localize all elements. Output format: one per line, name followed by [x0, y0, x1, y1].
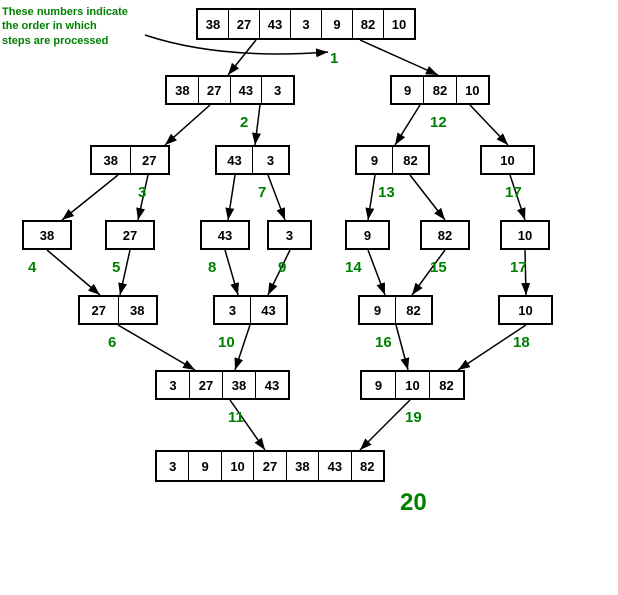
- node-n15: 82: [420, 220, 470, 250]
- annotation-text: These numbers indicatethe order in which…: [2, 5, 128, 48]
- step-8-n8: 8: [208, 259, 216, 276]
- node-n9: 3: [267, 220, 312, 250]
- node-n17: 10: [480, 145, 535, 175]
- node-n20: 391027384382: [155, 450, 385, 482]
- step-17-n17: 17: [505, 184, 522, 201]
- node-n12: 98210: [390, 75, 490, 105]
- step-7-n7: 7: [258, 184, 266, 201]
- step-5-n5: 5: [112, 259, 120, 276]
- node-n10: 343: [213, 295, 288, 325]
- step-9-n9: 9: [278, 259, 286, 276]
- step-1-root: 1: [330, 50, 338, 67]
- node-n6: 2738: [78, 295, 158, 325]
- step-4-n4: 4: [28, 259, 36, 276]
- node-n18: 10: [498, 295, 553, 325]
- step-2-n2: 2: [240, 114, 248, 131]
- step-15-n15: 15: [430, 259, 447, 276]
- node-n14: 9: [345, 220, 390, 250]
- step-14-n14: 14: [345, 259, 362, 276]
- step-17-n17b: 17: [510, 259, 527, 276]
- step-10-n10: 10: [218, 334, 235, 351]
- node-n8: 43: [200, 220, 250, 250]
- node-n11: 3273843: [155, 370, 290, 400]
- node-n19: 91082: [360, 370, 465, 400]
- step-3-n3: 3: [138, 184, 146, 201]
- step-13-n13: 13: [378, 184, 395, 201]
- node-root: 382743398210: [196, 8, 416, 40]
- node-n7: 433: [215, 145, 290, 175]
- node-n13: 982: [355, 145, 430, 175]
- node-n4: 38: [22, 220, 72, 250]
- node-n2: 3827433: [165, 75, 295, 105]
- step-16-n16: 16: [375, 334, 392, 351]
- node-n17b: 10: [500, 220, 550, 250]
- step-6-n6: 6: [108, 334, 116, 351]
- step-19-n19: 19: [405, 409, 422, 426]
- node-n16: 982: [358, 295, 433, 325]
- step-20-n20: 20: [400, 489, 427, 517]
- step-11-n11: 11: [228, 409, 244, 426]
- node-n5: 27: [105, 220, 155, 250]
- step-18-n18: 18: [513, 334, 530, 351]
- node-n3: 3827: [90, 145, 170, 175]
- step-12-n12: 12: [430, 114, 447, 131]
